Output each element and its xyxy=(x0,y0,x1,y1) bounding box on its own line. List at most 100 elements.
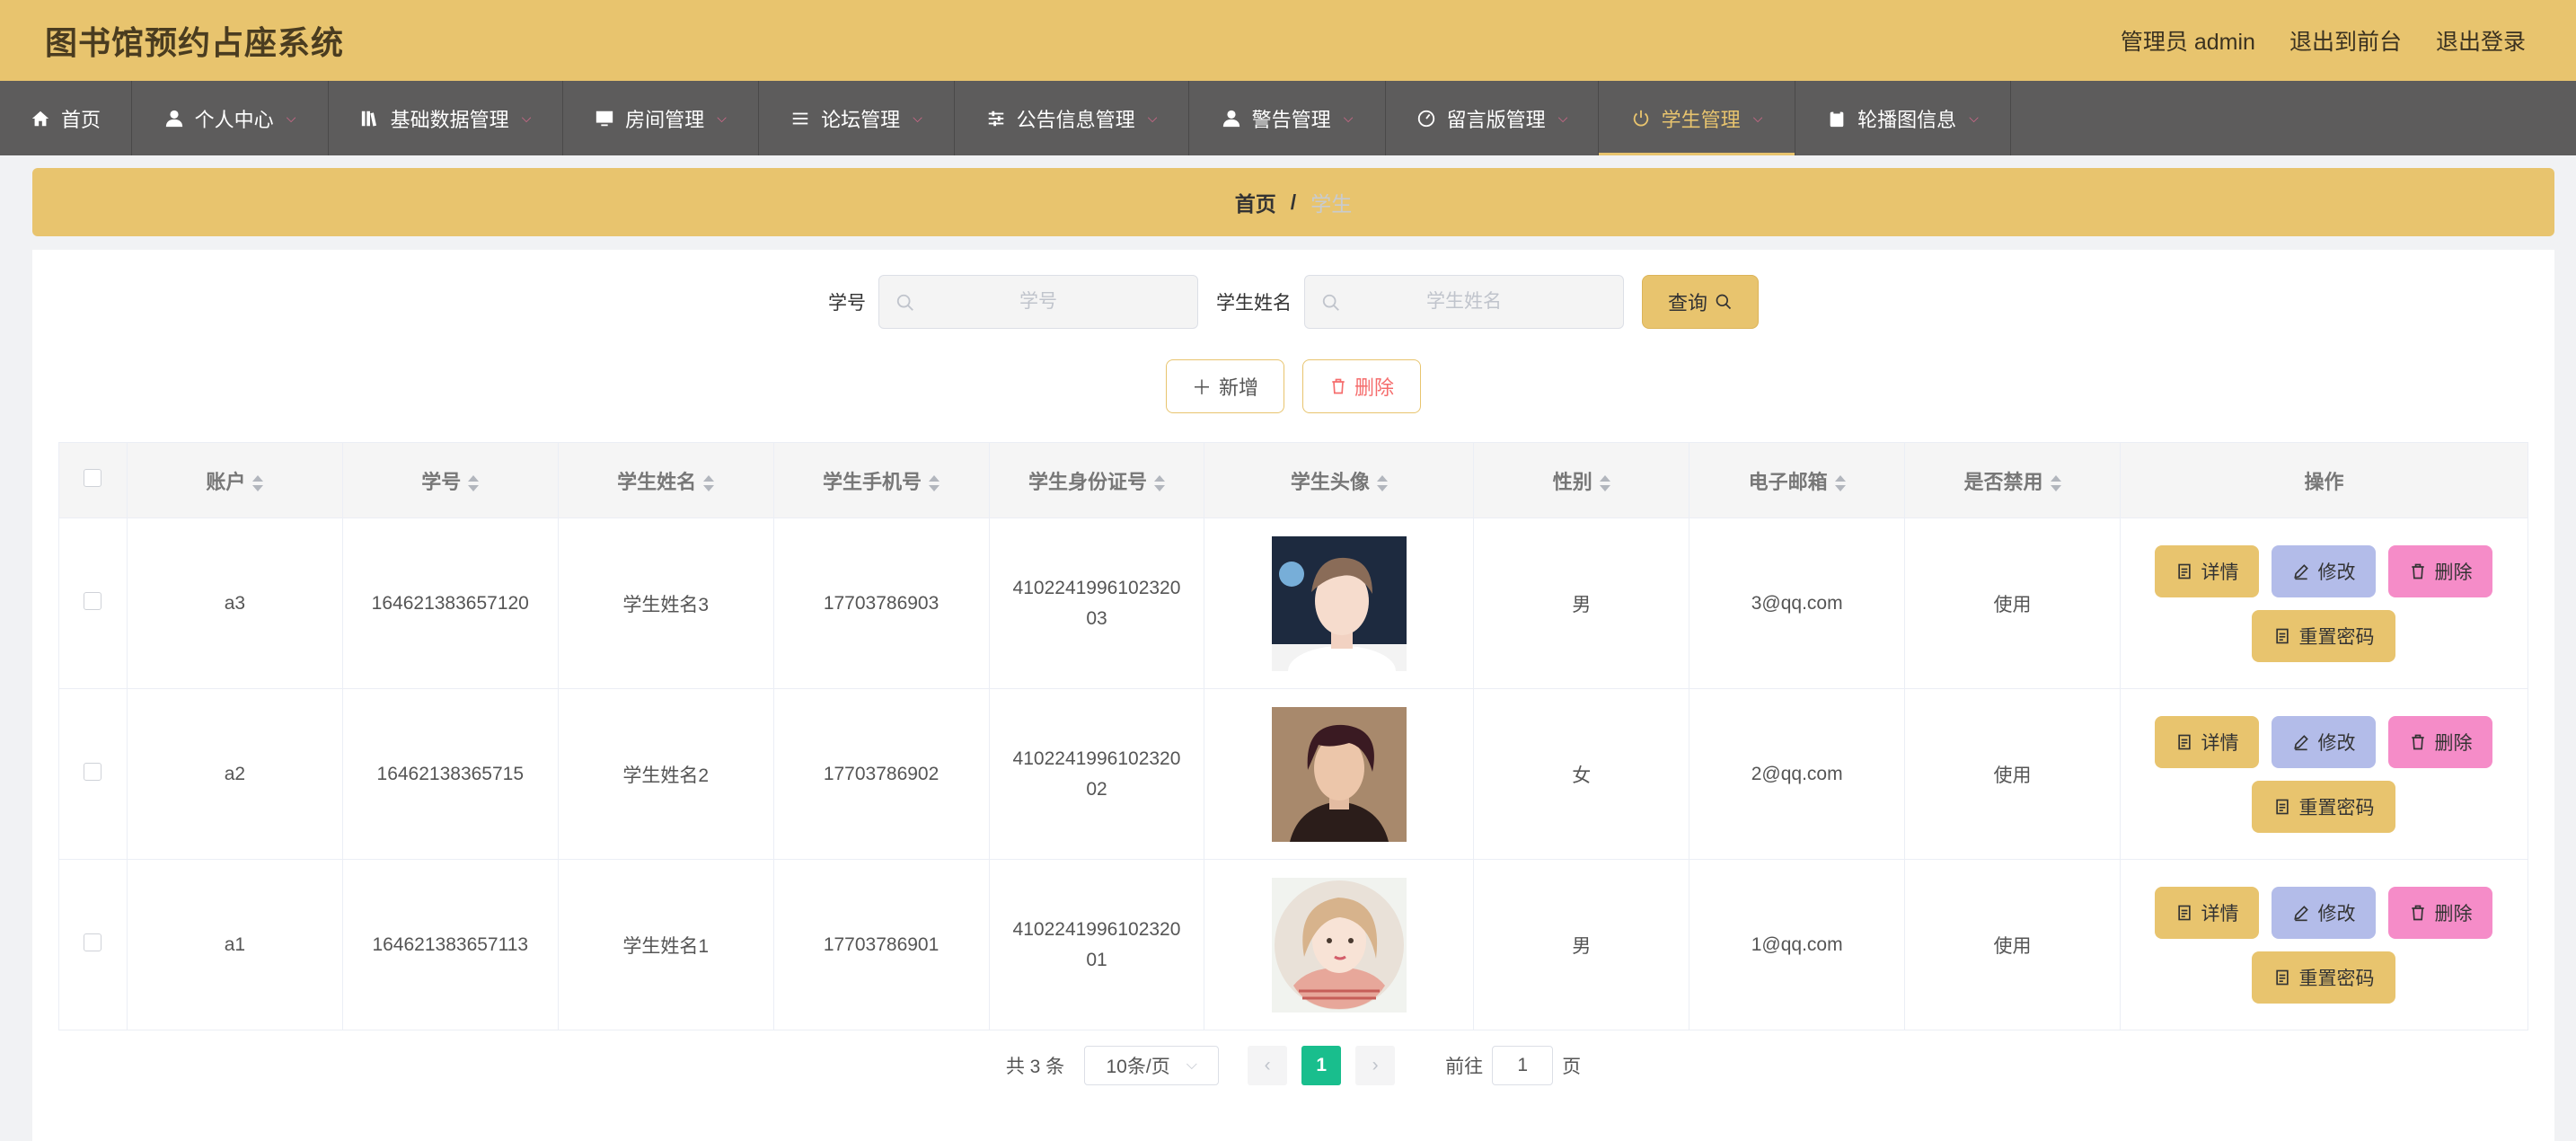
chevron-down-icon: ⌵ xyxy=(521,111,532,125)
row-select-cell xyxy=(58,688,128,860)
nav-item-notice[interactable]: 公告信息管理 ⌵ xyxy=(955,81,1189,155)
edit-label: 修改 xyxy=(2317,562,2356,583)
header-select-all xyxy=(58,442,128,518)
header-gender[interactable]: 性别 xyxy=(1473,442,1690,518)
row-actions-line: 详情 修改 删除 xyxy=(2155,544,2493,597)
nav-item-room[interactable]: 房间管理 ⌵ xyxy=(563,81,759,155)
delete-label: 删除 xyxy=(2434,562,2473,583)
edit-button[interactable]: 修改 xyxy=(2272,715,2377,768)
nav-item-home[interactable]: 首页 xyxy=(0,81,132,155)
row-checkbox[interactable] xyxy=(84,933,102,951)
sort-icon xyxy=(1834,474,1846,492)
delete-button[interactable]: 删除 xyxy=(2388,886,2493,939)
goto-page-input[interactable] xyxy=(1492,1046,1554,1085)
row-actions-line: 详情 修改 删除 xyxy=(2155,886,2493,939)
student-id-input[interactable] xyxy=(879,276,1197,328)
edit-label: 修改 xyxy=(2317,903,2356,924)
nav-label: 基础数据管理 xyxy=(390,108,509,131)
reset-password-button[interactable]: 重置密码 xyxy=(2252,951,2396,1004)
account-cell: a3 xyxy=(126,517,343,689)
header-student-name[interactable]: 学生姓名 xyxy=(557,442,774,518)
header-disabled[interactable]: 是否禁用 xyxy=(1904,442,2121,518)
nav-item-basic-data[interactable]: 基础数据管理 ⌵ xyxy=(329,81,563,155)
document-icon xyxy=(2276,969,2289,985)
nav-label: 警告管理 xyxy=(1251,108,1331,131)
account-cell: a1 xyxy=(126,859,343,1030)
prev-page-button[interactable]: ‹ xyxy=(1248,1046,1288,1085)
nav-item-personal-center[interactable]: 个人中心 ⌵ xyxy=(132,81,329,155)
main-nav: 首页 个人中心 ⌵ 基础数据管理 ⌵ 房间管理 ⌵ 论坛管理 ⌵ 公告信息管理 … xyxy=(0,81,2576,155)
header-email[interactable]: 电子邮箱 xyxy=(1689,442,1906,518)
detail-button[interactable]: 详情 xyxy=(2155,715,2260,768)
nav-item-message-board[interactable]: 留言版管理 ⌵ xyxy=(1386,81,1599,155)
reset-password-button[interactable]: 重置密码 xyxy=(2252,780,2396,833)
avatar-image xyxy=(1271,706,1407,842)
gauge-icon xyxy=(1417,110,1434,127)
nav-label: 学生管理 xyxy=(1661,108,1741,131)
page-number-current[interactable]: 1 xyxy=(1301,1046,1342,1085)
row-checkbox[interactable] xyxy=(84,762,102,781)
pagination: 共 3 条 10条/页 ⌵ ‹ 1 › 前往 页 xyxy=(32,1046,2554,1085)
row-actions: 详情 修改 删除 重置密码 xyxy=(2121,715,2527,833)
breadcrumb-current: 学生 xyxy=(1310,192,1353,216)
detail-button[interactable]: 详情 xyxy=(2155,886,2260,939)
header-id-card[interactable]: 学生身份证号 xyxy=(988,442,1205,518)
query-button[interactable]: 查询 xyxy=(1642,275,1759,329)
nav-item-forum[interactable]: 论坛管理 ⌵ xyxy=(759,81,955,155)
email-cell: 3@qq.com xyxy=(1689,517,1906,689)
reset-password-button[interactable]: 重置密码 xyxy=(2252,609,2396,662)
breadcrumb-home[interactable]: 首页 xyxy=(1235,187,1276,217)
nav-item-student[interactable]: 学生管理 ⌵ xyxy=(1599,81,1795,155)
chevron-down-icon: ⌵ xyxy=(1557,111,1568,125)
exit-to-front-link[interactable]: 退出到前台 xyxy=(2289,24,2402,57)
goto-prefix: 前往 xyxy=(1445,1057,1484,1077)
detail-button[interactable]: 详情 xyxy=(2155,544,2260,597)
batch-delete-button[interactable]: 删除 xyxy=(1302,359,1421,413)
email-cell: 1@qq.com xyxy=(1689,859,1906,1030)
row-actions-line: 详情 修改 删除 xyxy=(2155,715,2493,768)
header-label: 操作 xyxy=(2304,470,2344,493)
header-student-id[interactable]: 学号 xyxy=(341,442,559,518)
nav-item-warning[interactable]: 警告管理 ⌵ xyxy=(1189,81,1386,155)
pencil-icon xyxy=(2294,563,2309,579)
sort-icon xyxy=(703,474,715,492)
id-card-line2: 02 xyxy=(1086,778,1107,800)
breadcrumb-separator: / xyxy=(1290,190,1297,214)
document-icon xyxy=(2178,905,2192,920)
id-card-cell: 4102241996102320 03 xyxy=(988,517,1205,689)
sort-icon xyxy=(1599,474,1610,492)
delete-button[interactable]: 删除 xyxy=(2388,544,2493,597)
detail-label: 详情 xyxy=(2201,732,2239,754)
id-card-line1: 4102241996102320 xyxy=(1012,918,1181,940)
header-phone[interactable]: 学生手机号 xyxy=(772,442,990,518)
gender-cell: 男 xyxy=(1473,859,1690,1030)
header-label: 学生姓名 xyxy=(617,470,697,493)
delete-button[interactable]: 删除 xyxy=(2388,715,2493,768)
nav-label: 个人中心 xyxy=(194,108,274,131)
sort-icon xyxy=(2050,474,2061,492)
id-card-cell: 4102241996102320 01 xyxy=(988,859,1205,1030)
row-checkbox[interactable] xyxy=(84,591,102,610)
chevron-down-icon: ⌵ xyxy=(913,111,922,125)
add-button[interactable]: ＋ 新增 xyxy=(1166,359,1284,413)
nav-item-carousel[interactable]: 轮播图信息 ⌵ xyxy=(1795,81,2011,155)
student-name-input[interactable] xyxy=(1305,276,1623,328)
actions-cell: 详情 修改 删除 重置密码 xyxy=(2119,688,2529,860)
top-header: 图书馆预约占座系统 管理员 admin 退出到前台 退出登录 xyxy=(0,0,2576,81)
header-account[interactable]: 账户 xyxy=(126,442,343,518)
trash-icon xyxy=(2412,563,2425,579)
list-icon xyxy=(792,112,808,124)
edit-button[interactable]: 修改 xyxy=(2272,544,2377,597)
page-size-select[interactable]: 10条/页 ⌵ xyxy=(1084,1046,1220,1085)
next-page-button[interactable]: › xyxy=(1355,1046,1396,1085)
edit-label: 修改 xyxy=(2317,732,2356,754)
student-id-label: 学号 xyxy=(828,293,866,314)
header-actions: 操作 xyxy=(2119,442,2529,518)
goto-page: 前往 页 xyxy=(1445,1046,1581,1085)
clipboard-icon xyxy=(1830,110,1844,127)
select-all-checkbox[interactable] xyxy=(84,468,102,487)
edit-button[interactable]: 修改 xyxy=(2272,886,2377,939)
logout-link[interactable]: 退出登录 xyxy=(2436,24,2526,57)
header-avatar[interactable]: 学生头像 xyxy=(1204,442,1475,518)
nav-label: 留言版管理 xyxy=(1446,108,1546,131)
